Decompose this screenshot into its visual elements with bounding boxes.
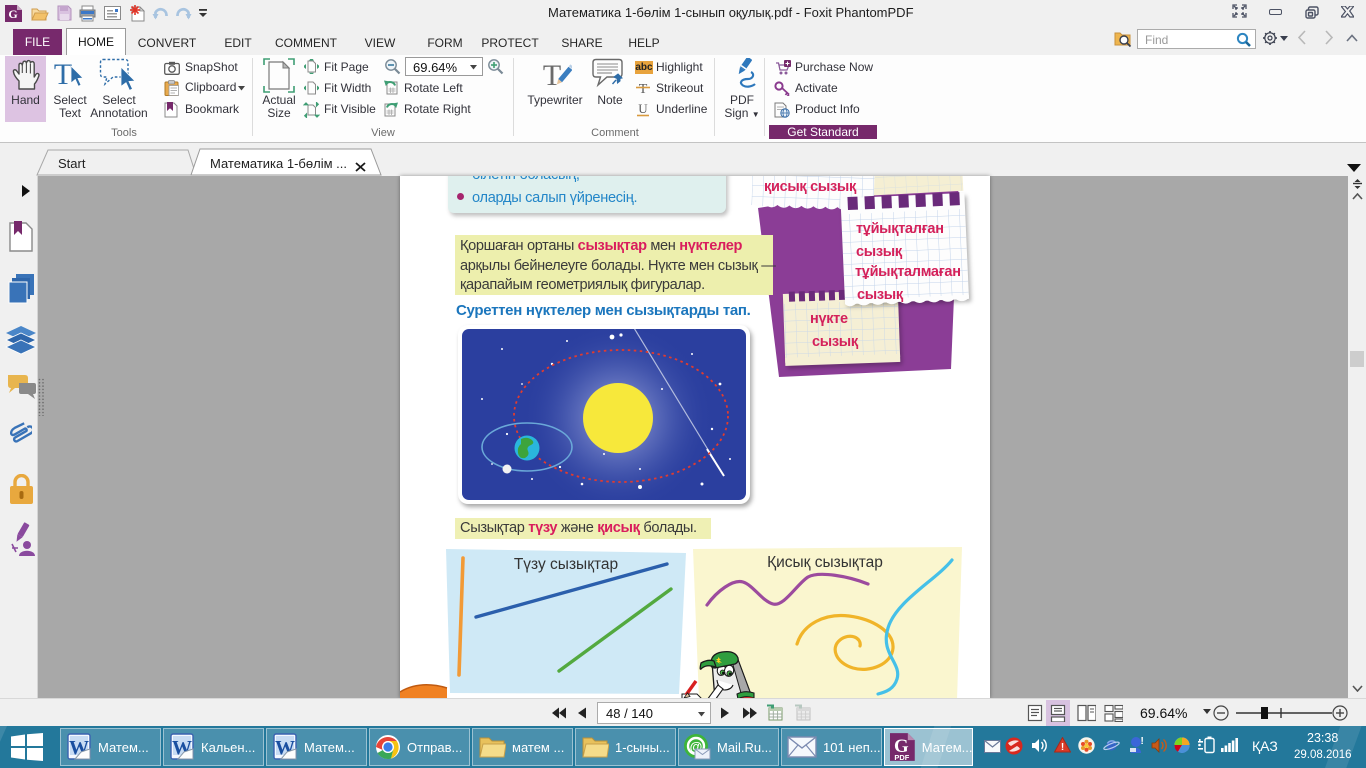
svg-text:Түзу сызықтар: Түзу сызықтар (514, 556, 618, 573)
svg-text:!: ! (1141, 736, 1144, 747)
svg-text:T: T (543, 59, 561, 92)
svg-text:PDF: PDF (894, 753, 909, 762)
svg-text:U: U (638, 102, 648, 116)
svg-text:Математика 1-бөлім ...: Математика 1-бөлім ... (210, 156, 347, 171)
svg-text:Қисық сызықтар: Қисық сызықтар (767, 554, 883, 571)
svg-text:Start: Start (58, 156, 86, 171)
svg-text:T: T (54, 58, 72, 91)
svg-text:T: T (639, 82, 648, 95)
svg-text:!: ! (1061, 742, 1064, 753)
svg-text:G: G (8, 7, 17, 21)
